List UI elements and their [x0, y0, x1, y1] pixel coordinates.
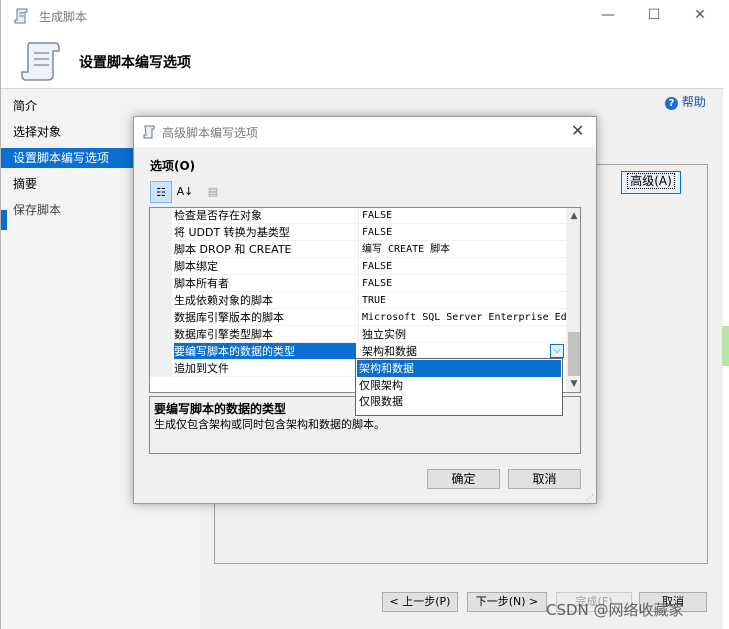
chevron-down-icon[interactable]: ⌵	[550, 344, 564, 358]
advanced-options-dialog: 高级脚本编写选项 ✕ 选项(O) ☷ A↓ ▤ 检查是否存在对象 FALSE 将 …	[133, 116, 597, 504]
property-name: 将 UDDT 转换为基类型	[174, 224, 356, 241]
property-row[interactable]: 脚本绑定 FALSE	[150, 258, 566, 275]
dropdown-option[interactable]: 仅限架构	[357, 377, 561, 394]
vertical-scrollbar[interactable]: ▲ ▼	[566, 208, 580, 392]
property-name: 脚本 DROP 和 CREATE	[174, 241, 356, 258]
help-link[interactable]: ? 帮助	[665, 93, 706, 110]
dialog-close-icon[interactable]: ✕	[571, 121, 584, 140]
dropdown-option[interactable]: 架构和数据	[357, 360, 561, 377]
property-value: FALSE	[358, 275, 566, 292]
scroll-thumb[interactable]	[568, 332, 580, 376]
watermark-text: CSDN @网络收藏家	[546, 601, 684, 619]
property-value: FALSE	[358, 258, 566, 275]
categorized-view-icon[interactable]: ☷	[150, 181, 172, 203]
help-icon: ?	[665, 97, 678, 110]
scroll-down-icon[interactable]: ▼	[566, 376, 580, 392]
property-value: FALSE	[358, 224, 566, 241]
property-pages-icon[interactable]: ▤	[202, 181, 224, 203]
wizard-titlebar: 生成脚本 — ☐ ✕	[1, 0, 723, 31]
alphabetical-sort-icon[interactable]: A↓	[174, 181, 196, 203]
script-icon	[143, 125, 155, 139]
nav-side-marker	[1, 210, 7, 230]
description-text: 生成仅包含架构或同时包含架构和数据的脚本。	[154, 418, 385, 431]
property-name: 要编写脚本的数据的类型	[174, 343, 356, 360]
property-value: TRUE	[358, 292, 566, 309]
property-row[interactable]: 数据库引擎类型脚本 独立实例	[150, 326, 566, 343]
advanced-button[interactable]: 高级(A)	[621, 171, 681, 194]
dropdown-option[interactable]: 仅限数据	[357, 393, 561, 410]
property-name: 数据库引擎版本的脚本	[174, 309, 356, 326]
resize-grip-icon[interactable]: ⋰	[586, 493, 594, 502]
minimize-button[interactable]: —	[595, 5, 621, 25]
page-title: 设置脚本编写选项	[79, 55, 191, 71]
property-value: 编写 CREATE 脚本	[358, 241, 566, 258]
background-window-edge	[722, 326, 729, 366]
close-button[interactable]: ✕	[687, 5, 713, 25]
property-row[interactable]: 脚本 DROP 和 CREATE 编写 CREATE 脚本	[150, 241, 566, 258]
scroll-up-icon[interactable]: ▲	[566, 208, 580, 224]
wizard-title: 生成脚本	[39, 10, 88, 24]
script-icon	[14, 8, 28, 24]
property-value: FALSE	[358, 208, 566, 224]
maximize-button[interactable]: ☐	[641, 5, 667, 25]
options-label: 选项(O)	[150, 159, 196, 173]
property-name: 脚本所有者	[174, 275, 356, 292]
prev-button[interactable]: < 上一步(P)	[382, 592, 458, 612]
next-button[interactable]: 下一步(N) >	[467, 592, 547, 612]
property-name: 生成依赖对象的脚本	[174, 292, 356, 309]
property-name: 脚本绑定	[174, 258, 356, 275]
ok-button[interactable]: 确定	[427, 469, 500, 489]
help-label: 帮助	[681, 95, 706, 109]
dialog-title: 高级脚本编写选项	[162, 126, 259, 140]
property-value: 架构和数据	[362, 345, 417, 358]
wizard-header: 设置脚本编写选项	[1, 31, 723, 89]
property-row[interactable]: 脚本所有者 FALSE	[150, 275, 566, 292]
property-name: 数据库引擎类型脚本	[174, 326, 356, 343]
property-row[interactable]: 将 UDDT 转换为基类型 FALSE	[150, 224, 566, 241]
property-row[interactable]: 数据库引擎版本的脚本 Microsoft SQL Server Enterpris…	[150, 309, 566, 326]
property-value: Microsoft SQL Server Enterprise Edition	[358, 309, 566, 326]
property-name: 追加到文件	[174, 360, 356, 377]
advanced-button-label: 高级(A)	[627, 173, 675, 189]
property-name: 检查是否存在对象	[174, 208, 356, 224]
property-row[interactable]: 检查是否存在对象 FALSE	[150, 208, 566, 224]
property-value: 独立实例	[358, 326, 566, 343]
description-title: 要编写脚本的数据的类型	[154, 402, 287, 416]
dialog-cancel-button[interactable]: 取消	[508, 469, 581, 489]
property-row[interactable]: 生成依赖对象的脚本 TRUE	[150, 292, 566, 309]
nav-item-intro[interactable]: 简介	[1, 96, 200, 116]
data-type-dropdown-list: 架构和数据 仅限架构 仅限数据	[355, 358, 563, 416]
dialog-titlebar: 高级脚本编写选项 ✕	[134, 117, 596, 147]
scroll-script-icon	[21, 42, 60, 81]
